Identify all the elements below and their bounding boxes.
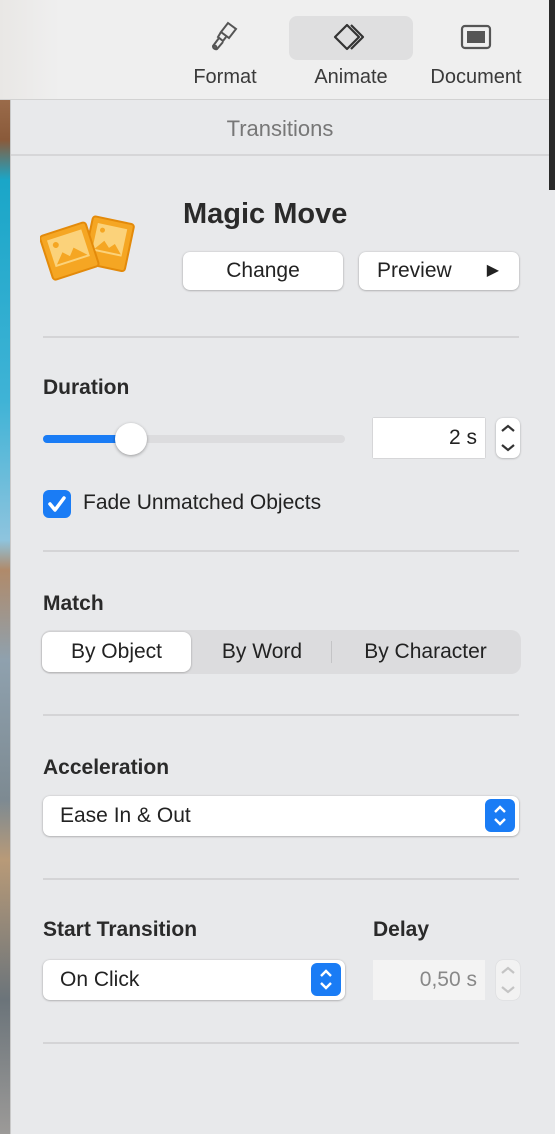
transition-name: Magic Move [183, 198, 348, 230]
acceleration-label: Acceleration [43, 756, 170, 779]
delay-field[interactable]: 0,50 s [373, 960, 485, 1000]
play-icon: ▶ [486, 262, 499, 279]
duration-slider[interactable] [43, 423, 345, 455]
start-transition-popup[interactable]: On Click [43, 960, 345, 1000]
segment-by-word[interactable]: By Word [193, 632, 331, 672]
fade-label: Fade Unmatched Objects [83, 491, 322, 514]
tab-format[interactable]: Format [163, 14, 287, 94]
duration-field[interactable]: 2 s [373, 418, 485, 458]
divider [43, 336, 519, 338]
delay-label: Delay [373, 918, 430, 941]
segment-by-character[interactable]: By Character [332, 632, 519, 672]
tab-document[interactable]: Document [414, 14, 538, 94]
segment-by-object[interactable]: By Object [42, 632, 191, 672]
document-icon [414, 14, 538, 60]
acceleration-popup[interactable]: Ease In & Out [43, 796, 519, 836]
divider [43, 714, 519, 716]
divider [10, 100, 11, 1134]
section-title: Transitions [11, 100, 549, 156]
match-segmented-control: By Object By Word By Character [41, 630, 521, 674]
duration-label: Duration [43, 376, 130, 399]
paintbrush-icon [163, 14, 287, 60]
updown-chevron-icon [311, 963, 341, 996]
start-transition-label: Start Transition [43, 918, 198, 941]
checkmark-icon [48, 496, 66, 512]
divider [43, 550, 519, 552]
divider [43, 1042, 519, 1044]
updown-chevron-icon [485, 799, 515, 832]
match-label: Match [43, 592, 104, 615]
change-button[interactable]: Change [183, 252, 343, 290]
tab-animate[interactable]: Animate [289, 14, 413, 94]
desktop-background [0, 100, 10, 1134]
preview-button[interactable]: Preview ▶ [359, 252, 519, 290]
divider [43, 878, 519, 880]
slider-knob[interactable] [114, 423, 147, 455]
duration-stepper[interactable] [496, 418, 520, 458]
animate-diamonds-icon [289, 14, 413, 60]
delay-stepper[interactable] [496, 960, 520, 1000]
scrollbar[interactable] [549, 0, 555, 190]
magic-move-icon [39, 208, 140, 288]
fade-checkbox[interactable] [43, 490, 71, 518]
